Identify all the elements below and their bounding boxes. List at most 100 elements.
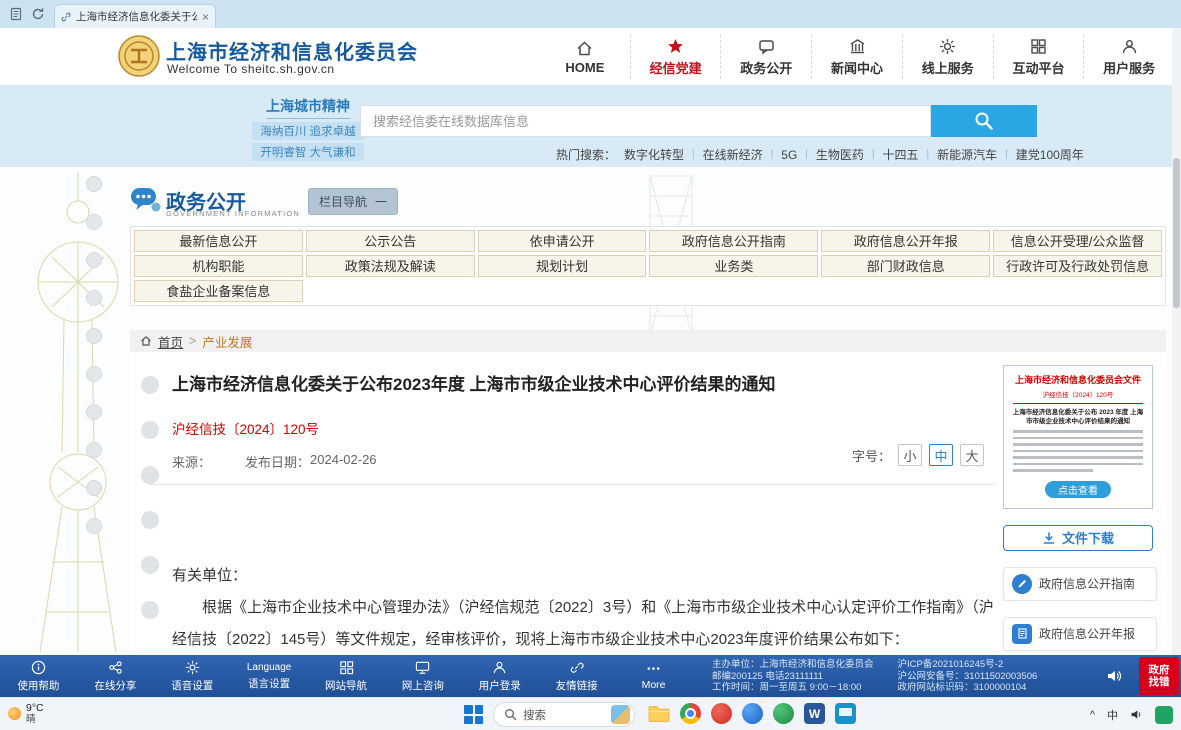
view-document-button[interactable]: 点击查看 [1045, 481, 1111, 498]
tray-chevron-icon[interactable]: ^ [1090, 709, 1095, 721]
file-download-button[interactable]: 文件下载 [1003, 525, 1153, 551]
footer-line: 邮编200125 电话23111111 [712, 671, 874, 683]
nav-home[interactable]: HOME [540, 35, 630, 79]
nav-label: 用户服务 [1103, 58, 1155, 77]
search-icon [504, 708, 517, 721]
gov-link-announcements[interactable]: 公示公告 [306, 230, 475, 252]
publish-date: 2024-02-26 [310, 452, 377, 471]
chrome-icon[interactable] [680, 703, 701, 724]
separator: | [805, 149, 808, 160]
toolbar-friendly-links[interactable]: 友情链接 [538, 655, 615, 697]
link-icon [569, 660, 584, 675]
hot-search-label: 热门搜索： [556, 146, 616, 163]
separator: | [1005, 149, 1008, 160]
hot-search-link[interactable]: 数字化转型 [624, 146, 684, 163]
gov-link-finance-info[interactable]: 部门财政信息 [821, 255, 990, 277]
scrollbar-thumb[interactable] [1173, 158, 1180, 308]
nav-gov-info[interactable]: 政务公开 [720, 35, 811, 79]
search-button[interactable] [931, 105, 1037, 137]
hot-search-link[interactable]: 生物医药 [816, 146, 864, 163]
gov-annual-report-card[interactable]: 政府信息公开年报 [1003, 617, 1157, 651]
breadcrumb-home[interactable]: 首页 [158, 332, 183, 351]
hot-search-link[interactable]: 在线新经济 [703, 146, 763, 163]
gov-link-latest-info[interactable]: 最新信息公开 [134, 230, 303, 252]
toolbar-label: 语音设置 [171, 678, 213, 693]
search-input[interactable] [360, 105, 931, 137]
remote-desktop-icon[interactable] [835, 703, 856, 724]
nav-interactive-platform[interactable]: 互动平台 [993, 35, 1084, 79]
windows-taskbar: 9°C 晴 搜索 W ^ 中 [0, 697, 1181, 730]
column-nav-toggle[interactable]: 栏目导航 一 [308, 188, 398, 215]
font-size-medium-button[interactable]: 中 [929, 444, 953, 466]
toolbar-label: 在线分享 [94, 678, 136, 693]
site-welcome: Welcome To sheitc.sh.gov.cn [167, 62, 335, 76]
gov-link-public-supervision[interactable]: 信息公开受理/公众监督 [993, 230, 1162, 252]
nav-label: HOME [565, 60, 604, 75]
word-icon[interactable]: W [804, 703, 825, 724]
gov-link-policies[interactable]: 政策法规及解读 [306, 255, 475, 277]
gov-link-disclosure-guide[interactable]: 政府信息公开指南 [649, 230, 818, 252]
document-preview[interactable]: 上海市经济和信息化委员会文件 沪经信技〔2024〕120号 上海市经济信息化委关… [1003, 365, 1153, 509]
nav-online-service[interactable]: 线上服务 [902, 35, 993, 79]
gov-link-apply-disclosure[interactable]: 依申请公开 [478, 230, 647, 252]
gov-link-business[interactable]: 业务类 [649, 255, 818, 277]
font-size-large-button[interactable]: 大 [960, 444, 984, 466]
accessibility-toolbar: 使用帮助 在线分享 语音设置 Language 语言设置 网站导航 网上咨询 [0, 655, 1181, 697]
publish-date-label: 发布日期： [245, 452, 310, 471]
toolbar-voice-settings[interactable]: 语音设置 [154, 655, 231, 697]
refresh-icon[interactable] [31, 7, 45, 21]
article-sidebar: 上海市经济和信息化委员会文件 沪经信技〔2024〕120号 上海市经济信息化委关… [1003, 365, 1157, 651]
gov-error-report-badge[interactable]: 政府 找错 [1139, 657, 1179, 695]
gov-link-annual-report[interactable]: 政府信息公开年报 [821, 230, 990, 252]
volume-icon[interactable] [1130, 708, 1143, 721]
nav-label: 线上服务 [922, 58, 974, 77]
nav-news-center[interactable]: 新闻中心 [811, 35, 902, 79]
toolbar-user-login[interactable]: 用户登录 [461, 655, 538, 697]
hot-search-link[interactable]: 新能源汽车 [937, 146, 997, 163]
separator: | [872, 149, 875, 160]
green-app-icon[interactable] [773, 703, 794, 724]
toolbar-language[interactable]: Language 语言设置 [231, 655, 308, 697]
language-word: Language [247, 662, 292, 673]
font-size-label: 字号： [852, 446, 891, 465]
toolbar-share[interactable]: 在线分享 [77, 655, 154, 697]
hot-search-link[interactable]: 建党100周年 [1016, 146, 1084, 163]
input-method-indicator[interactable]: 中 [1107, 707, 1118, 723]
green-tray-icon[interactable] [1155, 706, 1173, 724]
toolbar-label: 友情链接 [556, 678, 598, 693]
toolbar-sitemap[interactable]: 网站导航 [308, 655, 385, 697]
speaker-icon[interactable] [1106, 668, 1122, 684]
city-spirit-slogan: 海纳百川 追求卓越 [252, 122, 364, 140]
site-footer-info: 主办单位：上海市经济和信息化委员会 邮编200125 电话23111111 工作… [712, 659, 1037, 694]
gov-link-functions[interactable]: 机构职能 [134, 255, 303, 277]
badge-line: 政府 [1149, 664, 1170, 676]
scrollbar[interactable] [1172, 28, 1181, 655]
gov-link-salt-filing[interactable]: 食盐企业备案信息 [134, 280, 303, 302]
blue-browser-icon[interactable] [742, 703, 763, 724]
nav-party-building[interactable]: 经信党建 [630, 35, 721, 79]
toolbar-more[interactable]: More [615, 655, 692, 697]
start-button[interactable] [464, 705, 483, 724]
taskbar-search[interactable]: 搜索 [493, 702, 635, 727]
red-app-icon[interactable] [711, 703, 732, 724]
toolbar-online-consult[interactable]: 网上咨询 [384, 655, 461, 697]
collapse-icon: 一 [375, 193, 387, 210]
browser-tab[interactable]: 上海市经济信息化委关于公布 × [54, 4, 216, 28]
hot-search-link[interactable]: 十四五 [883, 146, 919, 163]
close-icon[interactable]: × [202, 10, 209, 24]
preview-text-line [1013, 437, 1143, 440]
gov-link-planning[interactable]: 规划计划 [478, 255, 647, 277]
page-icon[interactable] [9, 7, 23, 21]
nav-user-service[interactable]: 用户服务 [1083, 35, 1174, 79]
toolbar-help[interactable]: 使用帮助 [0, 655, 77, 697]
file-explorer-icon[interactable] [648, 705, 670, 723]
gov-disclosure-guide-card[interactable]: 政府信息公开指南 [1003, 567, 1157, 601]
hot-search-link[interactable]: 5G [781, 148, 797, 162]
article-paragraph: 有关单位： [172, 560, 994, 592]
taskbar-apps: W [648, 703, 856, 724]
badge-line: 找错 [1149, 676, 1170, 688]
gov-link-admin-permits[interactable]: 行政许可及行政处罚信息 [993, 255, 1162, 277]
weather-widget[interactable]: 9°C 晴 [8, 702, 44, 725]
font-size-small-button[interactable]: 小 [898, 444, 922, 466]
preview-doc-header: 上海市经济和信息化委员会文件 [1011, 374, 1145, 386]
